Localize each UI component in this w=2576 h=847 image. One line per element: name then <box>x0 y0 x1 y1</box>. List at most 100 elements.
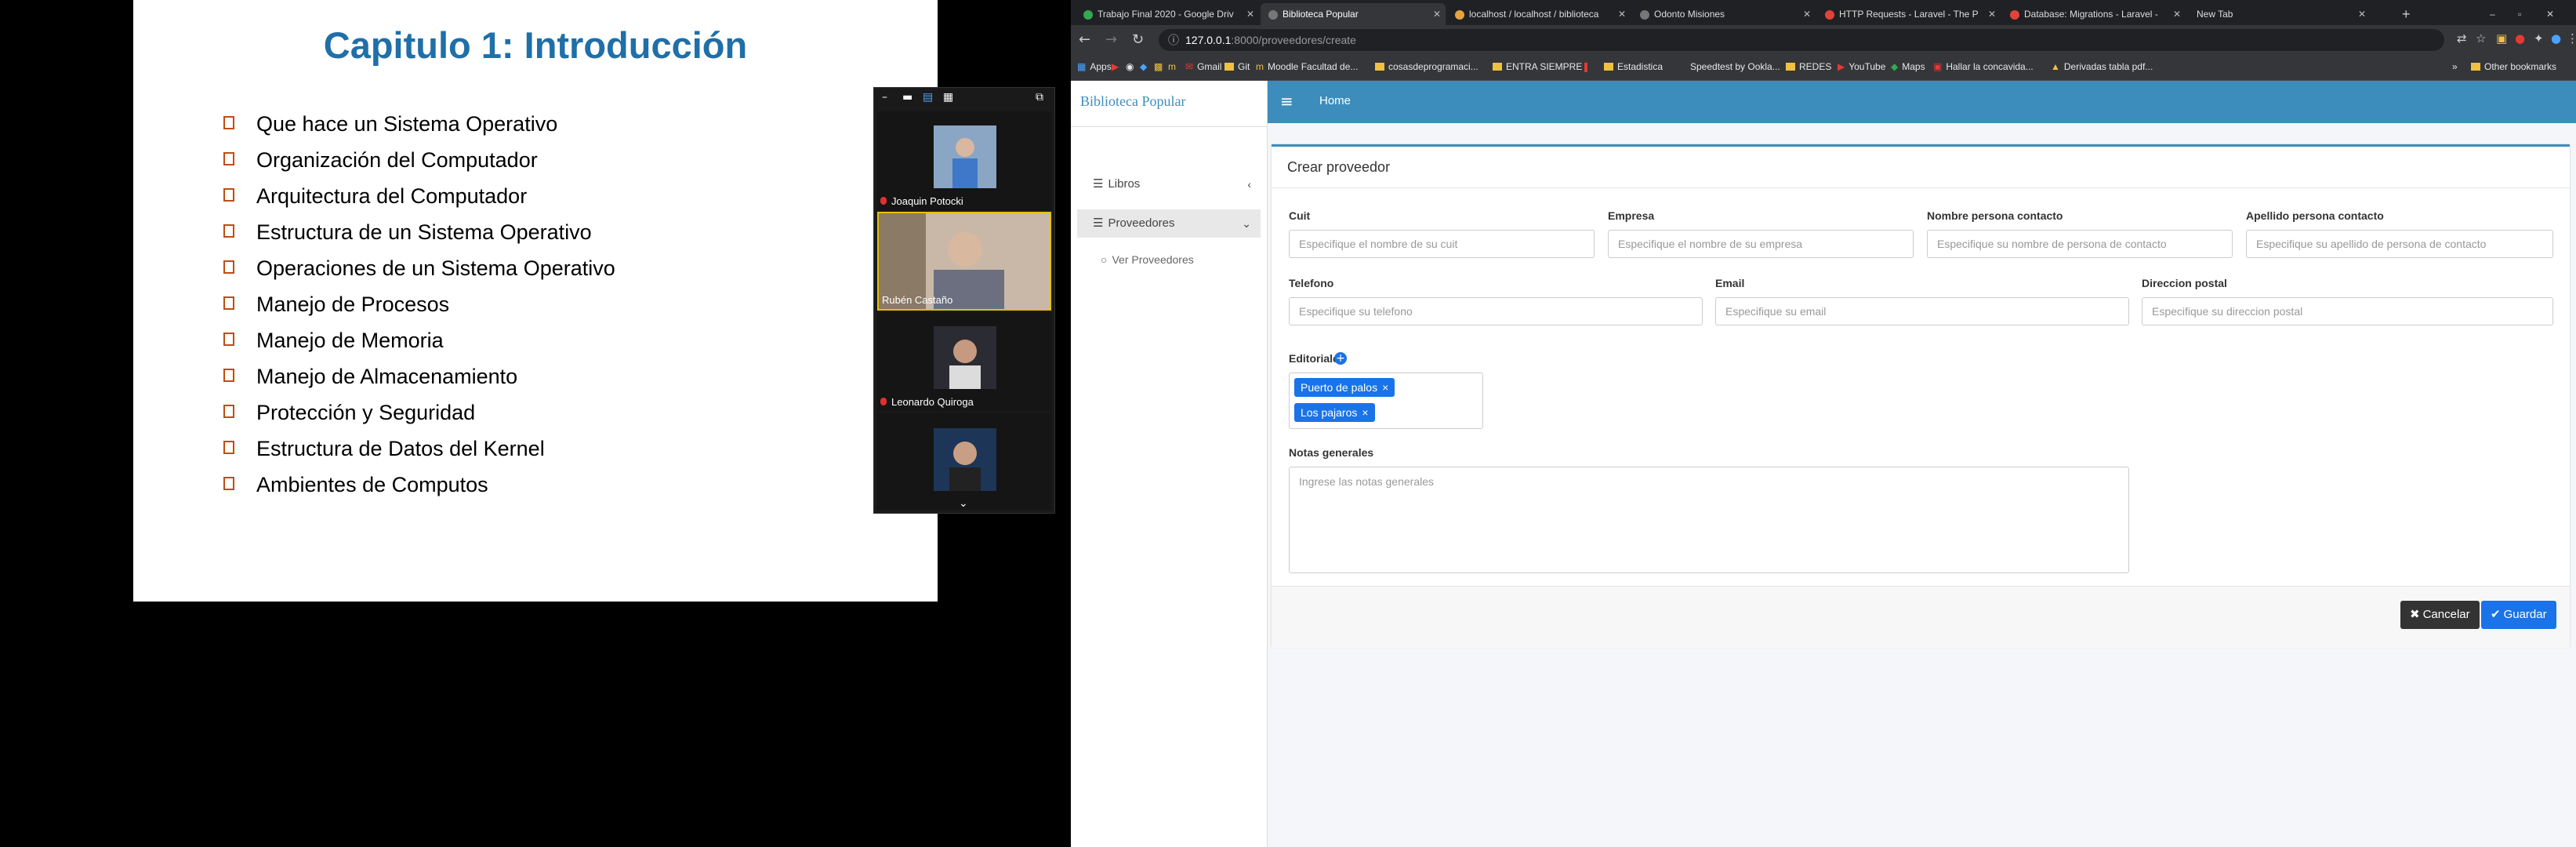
participant-tile-active[interactable]: Rubén Castaño <box>877 212 1051 311</box>
participant-tile[interactable]: Leonardo Quiroga <box>877 312 1051 411</box>
bookmark-apps[interactable]: ▦ Apps <box>1077 61 1112 72</box>
sidebar-item-libros[interactable]: ☰ Libros ‹ <box>1077 170 1261 198</box>
grid-view-icon[interactable]: ▦ <box>943 91 953 104</box>
close-tab-icon[interactable]: ✕ <box>1618 3 1626 25</box>
bookmark-maps[interactable]: ◆ Maps <box>1891 61 1925 72</box>
participant-tile[interactable]: ⌄ <box>877 413 1051 510</box>
email-label: Email <box>1715 277 1745 289</box>
bookmark-icon[interactable]: ◆ <box>1140 61 1147 72</box>
browser-tab[interactable]: Database: Migrations - Laravel - ✕ <box>2002 3 2186 25</box>
back-icon[interactable]: ← <box>1079 31 1090 48</box>
home-link[interactable]: Home <box>1319 94 1351 107</box>
phpmyadmin-icon <box>1455 9 1464 20</box>
participant-video-icon <box>934 428 996 491</box>
browser-tab[interactable]: New Tab ✕ <box>2187 3 2371 25</box>
sidebar-item-proveedores[interactable]: ☰ Proveedores ⌄ <box>1077 209 1261 238</box>
bookmark-youtube-icon[interactable]: ▶ <box>1112 61 1119 72</box>
profile-avatar-icon[interactable]: ● <box>2551 31 2561 45</box>
browser-tab[interactable]: HTTP Requests - Laravel - The P ✕ <box>1817 3 2001 25</box>
notas-textarea[interactable] <box>1289 467 2129 573</box>
bookmark-star-icon[interactable]: ☆ <box>2476 31 2486 45</box>
bookmark-concavidad[interactable]: ▣ Hallar la concavida... <box>1933 61 2034 72</box>
url-input[interactable]: ⓘ 127.0.0.1:8000/proveedores/create <box>1159 29 2444 51</box>
bullet-icon <box>223 296 234 311</box>
chevron-left-icon: ‹ <box>1247 178 1251 191</box>
laravel-icon <box>2010 9 2019 20</box>
video-call-panel: – ▬ ▤ ▦ ⧉ Joaquin Potocki Rubén Castaño … <box>873 87 1055 514</box>
reload-icon[interactable]: ↻ <box>1132 31 1144 48</box>
new-tab-icon[interactable]: + <box>2402 3 2418 25</box>
close-tab-icon[interactable]: ✕ <box>1988 3 1996 25</box>
folder-icon <box>2471 63 2480 71</box>
bookmark-github-icon[interactable]: ◉ <box>1126 61 1134 72</box>
speaker-view-icon[interactable]: ▬ <box>902 91 912 104</box>
apellido-contacto-input[interactable] <box>2246 230 2553 258</box>
bookmark-folder[interactable]: REDES <box>1786 61 1831 72</box>
adblock-icon[interactable]: ● <box>2515 31 2525 45</box>
close-tab-icon[interactable]: ✕ <box>1433 3 1441 25</box>
bookmark-moodle[interactable]: m Moodle Facultad de... <box>1256 61 1358 72</box>
chevron-down-icon: ⌄ <box>1242 217 1251 230</box>
laravel-icon <box>1825 9 1834 20</box>
bookmark-folder[interactable]: cosasdeprogramaci... <box>1375 61 1478 72</box>
bookmark-icon[interactable]: ❚ <box>1582 61 1590 72</box>
browser-tab[interactable]: localhost / localhost / biblioteca ✕ <box>1447 3 1631 25</box>
telefono-input[interactable] <box>1289 297 1703 325</box>
apellido-contacto-label: Apellido persona contacto <box>2246 209 2384 222</box>
participant-name: Rubén Castaño <box>882 294 953 306</box>
bookmarks-overflow-icon[interactable]: » <box>2452 61 2458 72</box>
chevron-down-icon[interactable]: ⌄ <box>959 497 968 510</box>
strip-view-icon[interactable]: ▤ <box>923 91 933 104</box>
brand-title[interactable]: Biblioteca Popular <box>1080 93 1185 110</box>
bookmark-derivadas[interactable]: ▲ Derivadas tabla pdf... <box>2051 61 2153 72</box>
extensions-puzzle-icon[interactable]: ✦ <box>2534 31 2544 45</box>
close-tab-icon[interactable]: ✕ <box>2358 3 2366 25</box>
forward-icon[interactable]: → <box>1105 31 1117 48</box>
minimize-window-icon[interactable]: – <box>2490 3 2505 25</box>
bookmark-folder[interactable]: ENTRA SIEMPRE <box>1493 61 1582 72</box>
sidebar-item-ver-proveedores[interactable]: ○ Ver Proveedores <box>1077 245 1261 274</box>
bookmark-git[interactable]: Git <box>1225 61 1250 72</box>
bookmark-folder[interactable]: Estadistica <box>1604 61 1663 72</box>
save-button[interactable]: ✔ Guardar <box>2481 601 2556 629</box>
browser-tab[interactable]: Trabajo Final 2020 - Google Driv ✕ <box>1076 3 1259 25</box>
bookmark-speedtest[interactable]: Speedtest by Ookla... <box>1690 61 1780 72</box>
info-icon: ⓘ <box>1168 34 1179 46</box>
editorial-chip: Puerto de palos × <box>1294 378 1395 397</box>
browser-tab[interactable]: Odonto Misiones ✕ <box>1632 3 1816 25</box>
browser-tab-active[interactable]: Biblioteca Popular ✕ <box>1261 3 1446 25</box>
minimize-icon[interactable]: – <box>882 91 887 104</box>
close-tab-icon[interactable]: ✕ <box>2173 3 2181 25</box>
extension-icon[interactable]: ▣ <box>2496 31 2507 45</box>
empresa-input[interactable] <box>1608 230 1914 258</box>
add-editorial-icon[interactable]: + <box>1334 352 1347 365</box>
participant-name: Joaquin Potocki <box>891 195 963 207</box>
exit-fullscreen-icon[interactable]: ⧉ <box>1036 91 1043 104</box>
editoriales-multiselect[interactable]: Puerto de palos × Los pajaros × <box>1289 373 1483 429</box>
bookmark-youtube[interactable]: ▶ YouTube <box>1838 61 1885 72</box>
translate-icon[interactable]: ⇄ <box>2457 31 2467 45</box>
email-input[interactable] <box>1715 297 2129 325</box>
cuit-input[interactable] <box>1289 230 1595 258</box>
bookmark-microsoft-icon[interactable]: ▩ <box>1154 61 1163 72</box>
close-window-icon[interactable]: ✕ <box>2546 3 2562 25</box>
direccion-input[interactable] <box>2142 297 2553 325</box>
close-tab-icon[interactable]: ✕ <box>1246 3 1254 25</box>
bookmark-other[interactable]: Other bookmarks <box>2471 61 2556 72</box>
participant-tile[interactable]: Joaquin Potocki <box>877 111 1051 210</box>
restore-window-icon[interactable]: ▫ <box>2518 3 2534 25</box>
maps-icon: ◆ <box>1891 61 1899 72</box>
bookmark-gmail[interactable]: ✉ Gmail <box>1185 61 1221 72</box>
menu-kebab-icon[interactable]: ⋮ <box>2567 31 2576 45</box>
bookmark-icon: ▣ <box>1933 61 1943 72</box>
list-icon: ☰ <box>1093 177 1104 191</box>
cancel-button[interactable]: ✖ Cancelar <box>2400 601 2480 629</box>
bookmark-moodle-icon[interactable]: m <box>1168 61 1176 72</box>
nombre-contacto-input[interactable] <box>1927 230 2233 258</box>
close-tab-icon[interactable]: ✕ <box>1803 3 1811 25</box>
app-header: ≡ Home <box>1268 81 2576 123</box>
mic-muted-icon <box>880 197 887 205</box>
remove-chip-icon[interactable]: × <box>1362 406 1368 419</box>
hamburger-icon[interactable]: ≡ <box>1280 92 1293 111</box>
remove-chip-icon[interactable]: × <box>1382 381 1388 394</box>
